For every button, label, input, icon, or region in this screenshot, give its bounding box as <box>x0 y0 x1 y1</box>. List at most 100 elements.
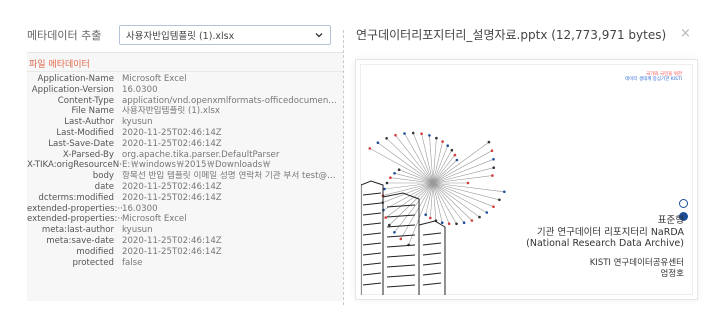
starburst-dot <box>385 137 388 140</box>
metadata-value: 16.0300 <box>122 203 158 214</box>
metadata-row: body 항목선 반입 템플릿 이메일 성명 연락처 기관 부서 test@kig… <box>27 171 343 182</box>
file-select[interactable]: 사용자반입템플릿 (1).xlsx <box>119 25 331 45</box>
starburst-dot <box>492 158 495 161</box>
starburst-ray <box>389 182 434 226</box>
metadata-key: Application-Name <box>37 74 114 84</box>
slide-title-en: (National Research Data Archive) <box>526 238 684 249</box>
metadata-value: 16.0300 <box>122 84 158 95</box>
starburst-dot <box>435 136 438 140</box>
metadata-value: 사용자반입템플릿 (1).xlsx <box>122 106 220 117</box>
starburst-ray <box>432 167 494 184</box>
circle-outline-icon <box>679 199 688 208</box>
starburst-dot <box>424 213 427 216</box>
slide-presenter: 표준형 <box>657 215 684 226</box>
starburst-dot <box>447 222 451 225</box>
metadata-key: X-TIKA:origResourceN··· <box>27 160 122 171</box>
metadata-value: 항목선 반입 템플릿 이메일 성명 연락처 기관 부서 test@kigam.·… <box>122 171 338 182</box>
metadata-row: Content-Type application/vnd.openxmlforma… <box>27 96 343 107</box>
slide-graphic <box>361 131 506 295</box>
metadata-row: modified 2020-11-25T02:46:14Z <box>27 247 343 258</box>
metadata-value: application/vnd.openxmlformats-officedoc… <box>122 95 338 106</box>
section-title: 파일 메타데이터 <box>27 53 343 72</box>
metadata-value: false <box>122 257 143 268</box>
starburst-ray <box>383 182 434 211</box>
starburst-dot <box>498 198 501 202</box>
starburst-dot <box>503 190 506 194</box>
metadata-value: kyusun <box>122 225 153 236</box>
starburst-dot <box>491 174 494 177</box>
metadata-key: modified <box>76 246 114 257</box>
preview-panel: 연구데이터리포지터리_설명자료.pptx (12,773,971 bytes) … <box>344 0 703 313</box>
starburst-ray <box>386 138 434 184</box>
file-select-value: 사용자반입템플릿 (1).xlsx <box>126 31 235 42</box>
starburst-dot <box>394 133 397 137</box>
metadata-panel: 메타데이터 추출 사용자반입템플릿 (1).xlsx 파일 메타데이터 Appl… <box>0 0 343 313</box>
metadata-key: Last-Author <box>64 117 114 128</box>
starburst-dot <box>462 221 466 224</box>
starburst-ray <box>432 182 487 213</box>
slide-title-ko: 기관 연구데이터 리포지터리 NaRDA <box>536 226 684 238</box>
starburst-graphic <box>368 131 506 247</box>
metadata-value: Microsoft Excel <box>122 214 187 225</box>
metadata-key: Last-Modified <box>56 127 114 138</box>
starburst-ray <box>404 133 434 184</box>
starburst-dot <box>440 221 444 224</box>
starburst-dot <box>470 219 474 222</box>
metadata-row: Application-Name Microsoft Excel <box>27 74 343 85</box>
starburst-ray <box>369 148 434 184</box>
starburst-dot <box>411 131 415 135</box>
metadata-key: File Name <box>71 106 114 117</box>
metadata-key: dcterms:modified <box>38 192 114 203</box>
starburst-ray <box>394 173 434 184</box>
starburst-dot <box>455 158 459 162</box>
starburst-dot <box>384 216 387 219</box>
metadata-value: kyusun <box>122 117 153 128</box>
metadata-row: Last-Save-Date 2020-11-25T02:46:14Z <box>27 139 343 150</box>
metadata-row: protected false <box>27 258 343 269</box>
metadata-row: extended-properties:··· Microsoft Excel <box>27 214 343 225</box>
metadata-value: 2020-11-25T02:46:14Z <box>122 235 222 246</box>
starburst-ray <box>432 182 500 201</box>
starburst-dot <box>478 215 481 219</box>
metadata-row: X-TIKA:origResourceN··· E:￦windows￦2015￦D… <box>27 160 343 171</box>
metadata-value: 2020-11-25T02:46:14Z <box>122 192 222 203</box>
starburst-dot <box>466 181 470 185</box>
metadata-row: dcterms:modified 2020-11-25T02:46:14Z <box>27 193 343 204</box>
starburst-dot <box>453 153 457 157</box>
metadata-row: meta:last-author kyusun <box>27 225 343 236</box>
metadata-key: date <box>94 181 114 192</box>
metadata-key: protected <box>72 257 114 268</box>
starburst-dot <box>385 181 389 185</box>
metadata-value: 2020-11-25T02:46:14Z <box>122 138 222 149</box>
metadata-row: extended-properties:··· 16.0300 <box>27 204 343 215</box>
slide-presenter-2: 엄정호 <box>660 269 684 279</box>
slide-org-block: KISTI 연구데이터공유센터 엄정호 <box>590 258 684 280</box>
metadata-row: Last-Modified 2020-11-25T02:46:14Z <box>27 128 343 139</box>
close-icon[interactable]: × <box>680 26 691 41</box>
metadata-row: meta:save-date 2020-11-25T02:46:14Z <box>27 236 343 247</box>
starburst-dot <box>399 237 403 241</box>
metadata-row: X-Parsed-By org.apache.tika.parser.Defaul… <box>27 150 343 161</box>
starburst-dot <box>429 216 432 220</box>
starburst-dot <box>397 168 401 171</box>
metadata-key: Application-Version <box>31 84 114 95</box>
starburst-dot <box>393 172 396 175</box>
starburst-dot <box>455 222 458 226</box>
metadata-key: body <box>92 171 114 182</box>
starburst-ray <box>382 182 434 196</box>
metadata-value: org.apache.tika.parser.DefaultParser <box>122 149 280 160</box>
metadata-rows: Application-Name Microsoft Excel Applicati… <box>27 72 343 268</box>
metadata-key: extended-properties:··· <box>27 214 122 225</box>
extract-label: 메타데이터 추출 <box>27 29 102 42</box>
starburst-ray <box>432 150 493 184</box>
metadata-row: File Name 사용자반입템플릿 (1).xlsx <box>27 106 343 117</box>
metadata-key: X-Parsed-By <box>62 149 114 160</box>
starburst-dot <box>446 144 449 147</box>
starburst-dot <box>428 134 431 137</box>
metadata-value: 2020-11-25T02:46:14Z <box>122 181 222 192</box>
starburst-dot <box>376 141 380 144</box>
slide-preview: 국가와 국민을 위한 데이터 생태계 중심기관 KISTI 표준형 기관 연구데… <box>356 60 697 299</box>
starburst-dot <box>492 205 495 208</box>
starburst-dot <box>441 140 444 143</box>
metadata-table: 파일 메타데이터 Application-Name Microsoft Excel… <box>27 52 343 301</box>
